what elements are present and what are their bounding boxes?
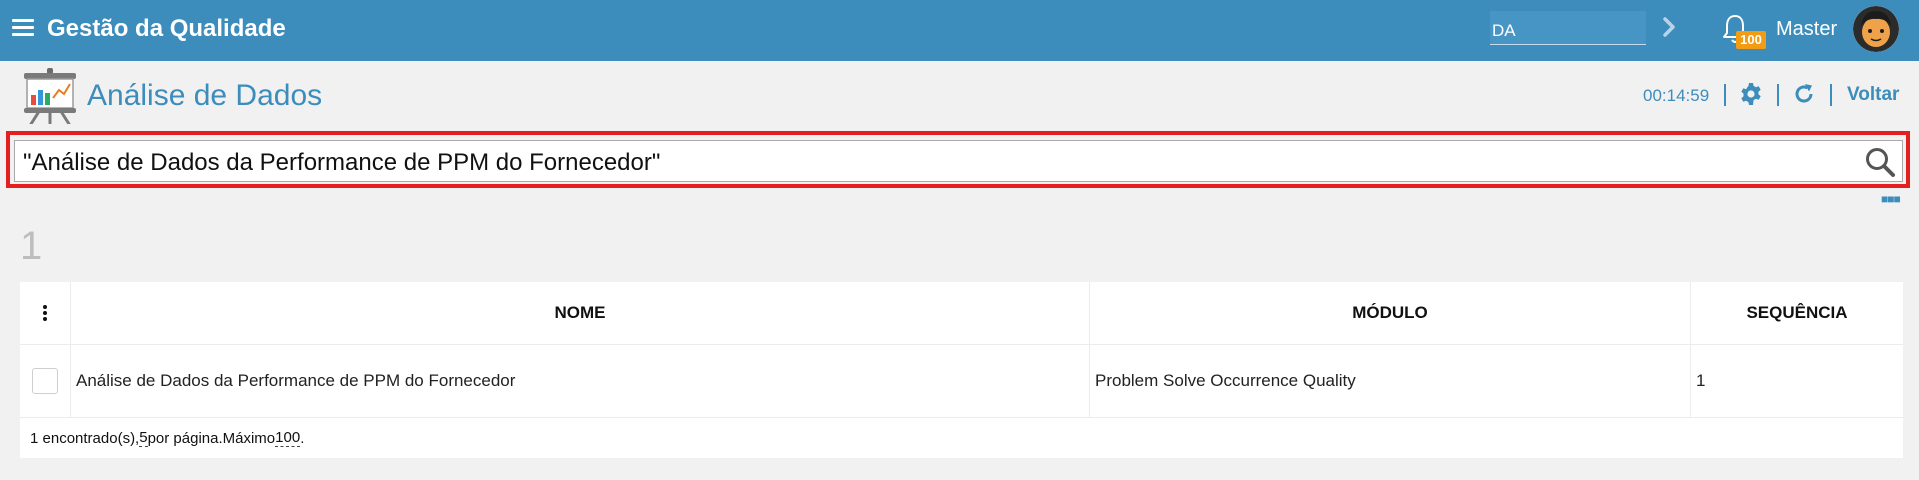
kebab-menu-icon[interactable] <box>42 304 48 322</box>
company-input[interactable] <box>1490 11 1646 45</box>
max-value[interactable]: 100 <box>275 429 301 447</box>
column-header-sequencia[interactable]: SEQUÊNCIA <box>1691 282 1903 344</box>
cell-nome[interactable]: Análise de Dados da Performance de PPM d… <box>71 345 1090 417</box>
search-input[interactable] <box>14 140 1903 182</box>
cell-sequencia[interactable]: 1 <box>1691 345 1903 417</box>
column-options-button[interactable] <box>20 282 71 344</box>
session-timer: 00:14:59 <box>1643 86 1710 105</box>
column-header-nome[interactable]: NOME <box>71 282 1090 344</box>
user-avatar[interactable] <box>1853 6 1899 52</box>
per-page-text: por página.Máximo <box>147 429 276 447</box>
user-name[interactable]: Master <box>1776 17 1837 41</box>
gear-icon[interactable] <box>1739 82 1763 106</box>
row-checkbox[interactable] <box>32 368 58 394</box>
presentation-chart-icon <box>24 68 76 124</box>
results-table: NOME MÓDULO SEQUÊNCIA Análise de Dados d… <box>20 282 1903 458</box>
footer-end: . <box>300 429 305 447</box>
table-header-row: NOME MÓDULO SEQUÊNCIA <box>20 282 1903 345</box>
result-count: 1 <box>20 224 43 268</box>
found-text: 1 encontrado(s), <box>30 429 140 447</box>
more-options-icon[interactable]: ■■■ <box>1881 193 1901 205</box>
divider <box>1777 84 1779 106</box>
app-title[interactable]: Gestão da Qualidade <box>47 15 286 43</box>
table-row[interactable]: Análise de Dados da Performance de PPM d… <box>20 345 1903 418</box>
chevron-right-icon[interactable] <box>1659 15 1679 39</box>
column-header-modulo[interactable]: MÓDULO <box>1090 282 1691 344</box>
back-link[interactable]: Voltar <box>1847 84 1899 106</box>
search-icon[interactable] <box>1864 146 1896 178</box>
refresh-icon[interactable] <box>1792 82 1816 106</box>
cell-modulo[interactable]: Problem Solve Occurrence Quality <box>1090 345 1691 417</box>
page-title: Análise de Dados <box>87 79 323 112</box>
per-page-value[interactable]: 5 <box>139 429 148 447</box>
divider <box>1830 84 1832 106</box>
row-select-cell <box>20 345 71 417</box>
table-footer: 1 encontrado(s), 5 por página.Máximo 100… <box>20 418 1903 458</box>
notification-badge[interactable]: 100 <box>1736 31 1766 49</box>
divider <box>1724 84 1726 106</box>
hamburger-menu-icon[interactable] <box>12 19 34 37</box>
top-bar: Gestão da Qualidade 100 Master <box>0 0 1919 61</box>
